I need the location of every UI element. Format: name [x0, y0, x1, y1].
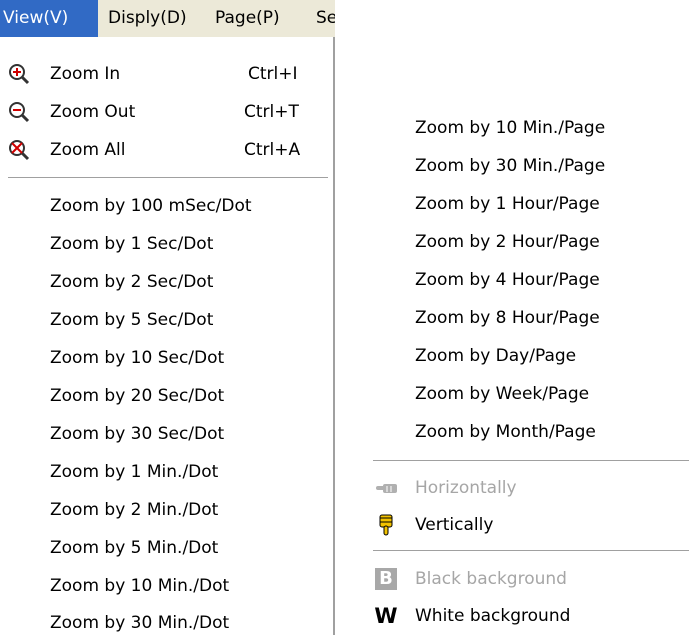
menu-settings[interactable]: Se — [316, 0, 335, 37]
menu-item-zoom-8hour-page[interactable]: Zoom by 8 Hour/Page — [415, 301, 600, 335]
menu-item-zoom-30sec-dot[interactable]: Zoom by 30 Sec/Dot — [50, 417, 224, 451]
menu-view[interactable]: View(V) — [0, 0, 98, 37]
menu-item-zoom-5sec-dot[interactable]: Zoom by 5 Sec/Dot — [50, 303, 213, 337]
menu-item-label: Zoom Out — [50, 102, 136, 122]
menu-display[interactable]: Disply(D) — [108, 0, 187, 37]
menu-item-label: Zoom All — [50, 140, 126, 160]
menu-item-black-background[interactable]: B Black background — [375, 562, 567, 596]
menu-item-zoom-10min-dot[interactable]: Zoom by 10 Min./Dot — [50, 569, 229, 603]
menu-item-label: Black background — [415, 569, 567, 589]
menu-item-zoom-all[interactable]: Zoom All Ctrl+A — [0, 133, 333, 167]
menu-item-zoom-week-page[interactable]: Zoom by Week/Page — [415, 377, 589, 411]
menu-item-zoom-20sec-dot[interactable]: Zoom by 20 Sec/Dot — [50, 379, 224, 413]
black-background-icon: B — [375, 568, 397, 590]
menu-item-label: Vertically — [415, 515, 494, 535]
menu-item-zoom-1min-dot[interactable]: Zoom by 1 Min./Dot — [50, 455, 218, 489]
zoom-all-icon — [9, 140, 30, 161]
menu-item-zoom-in[interactable]: Zoom In Ctrl+I — [0, 57, 333, 91]
menu-item-zoom-30min-page[interactable]: Zoom by 30 Min./Page — [415, 149, 605, 183]
shortcut-label: Ctrl+A — [244, 140, 301, 160]
menu-item-label: Zoom In — [50, 64, 121, 84]
menu-item-zoom-2sec-dot[interactable]: Zoom by 2 Sec/Dot — [50, 265, 213, 299]
menu-item-zoom-10min-page[interactable]: Zoom by 10 Min./Page — [415, 111, 605, 145]
menu-item-zoom-10sec-dot[interactable]: Zoom by 10 Sec/Dot — [50, 341, 224, 375]
menu-item-horizontally[interactable]: Horizontally — [376, 471, 517, 505]
menu-item-zoom-out[interactable]: Zoom Out Ctrl+T — [0, 95, 333, 129]
menu-item-zoom-2hour-page[interactable]: Zoom by 2 Hour/Page — [415, 225, 600, 259]
menu-item-zoom-5min-dot[interactable]: Zoom by 5 Min./Dot — [50, 531, 218, 565]
menu-item-white-background[interactable]: W White background — [374, 599, 571, 633]
page-zoom-menu: Zoom by 10 Min./Page Zoom by 30 Min./Pag… — [337, 0, 691, 635]
shortcut-label: Ctrl+T — [244, 102, 299, 122]
menu-separator — [373, 550, 689, 552]
menu-item-vertically[interactable]: Vertically — [379, 508, 494, 542]
menu-item-zoom-100msec-dot[interactable]: Zoom by 100 mSec/Dot — [50, 189, 252, 223]
hand-pointing-left-icon — [376, 484, 397, 493]
menu-bar: View(V) Disply(D) Page(P) Se — [0, 0, 335, 37]
hand-pointing-down-icon — [379, 514, 393, 536]
menu-item-zoom-4hour-page[interactable]: Zoom by 4 Hour/Page — [415, 263, 600, 297]
menu-page[interactable]: Page(P) — [215, 0, 280, 37]
menu-separator — [8, 177, 328, 179]
menu-item-zoom-1sec-dot[interactable]: Zoom by 1 Sec/Dot — [50, 227, 213, 261]
menu-item-label: White background — [415, 606, 571, 626]
menu-item-zoom-month-page[interactable]: Zoom by Month/Page — [415, 415, 596, 449]
zoom-in-icon — [9, 64, 30, 85]
menu-item-label: Horizontally — [415, 478, 517, 498]
menu-item-zoom-2min-dot[interactable]: Zoom by 2 Min./Dot — [50, 493, 218, 527]
white-background-icon: W — [374, 604, 398, 628]
shortcut-label: Ctrl+I — [248, 64, 298, 84]
zoom-out-icon — [9, 102, 30, 123]
view-menu-dropdown: Zoom In Ctrl+I Zoom Out Ctrl+T Zoom All … — [0, 37, 335, 635]
menu-separator — [373, 460, 689, 462]
menu-item-zoom-day-page[interactable]: Zoom by Day/Page — [415, 339, 576, 373]
menu-item-zoom-1hour-page[interactable]: Zoom by 1 Hour/Page — [415, 187, 600, 221]
